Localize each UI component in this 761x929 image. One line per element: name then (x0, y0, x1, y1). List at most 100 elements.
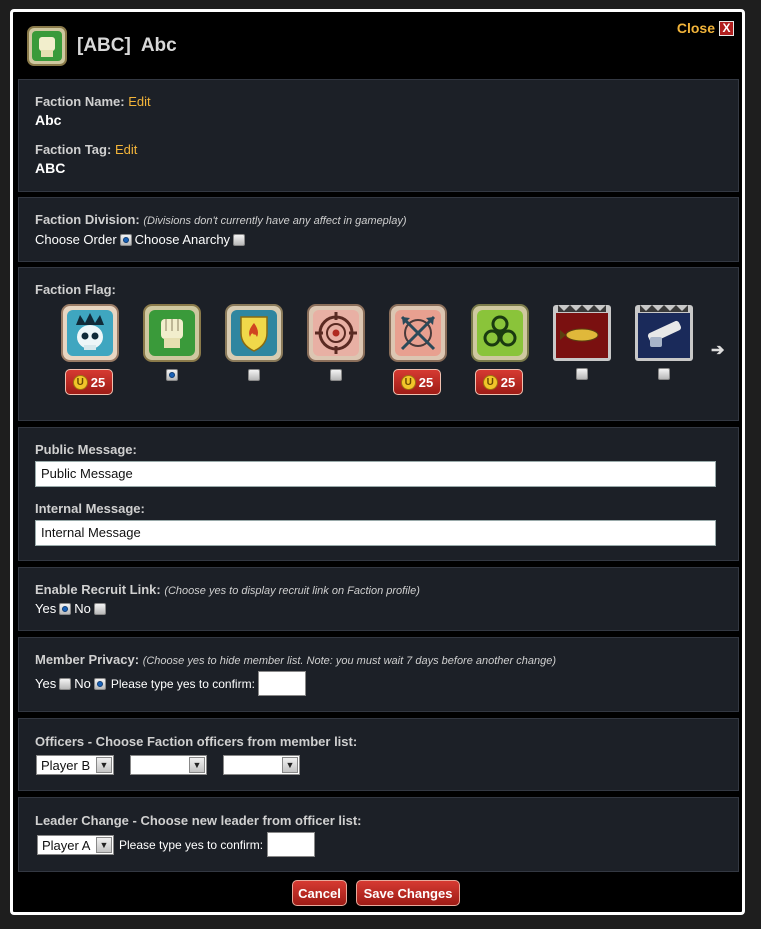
flag-radio-missile[interactable] (576, 368, 588, 380)
flag-panel: Faction Flag: U 25 U 25 U 25 ➔ (18, 267, 739, 421)
leader-panel: Leader Change - Choose new leader from o… (18, 797, 739, 872)
faction-name-row: Faction Name: Edit (35, 94, 151, 109)
close-button[interactable]: Close X (677, 20, 734, 36)
leader-label: Leader Change - Choose new leader from o… (35, 813, 362, 828)
close-icon[interactable]: X (719, 20, 734, 36)
coin-icon: U (72, 374, 88, 390)
close-label: Close (676, 20, 715, 36)
order-radio[interactable] (119, 233, 132, 246)
officers-panel: Officers - Choose Faction officers from … (18, 718, 739, 791)
flag-option-fist[interactable] (142, 303, 202, 368)
privacy-confirm-input[interactable] (257, 671, 306, 696)
biohazard-flag-icon (471, 304, 529, 362)
public-message-label: Public Message: (35, 442, 137, 457)
messages-panel: Public Message: Public Message Internal … (18, 427, 739, 561)
flag-radio-chainsaw[interactable] (658, 368, 670, 380)
faction-settings-modal: Close X [ABC] Abc Faction Name: Edit Abc… (10, 9, 745, 915)
faction-tag-label: Faction Tag: (35, 142, 112, 157)
leader-confirm-input[interactable] (267, 832, 315, 857)
leader-confirm-label: Please type yes to confirm: (119, 838, 264, 852)
privacy-panel: Member Privacy: (Choose yes to hide memb… (18, 637, 739, 712)
faction-tag-row: Faction Tag: Edit (35, 142, 137, 157)
recruit-no-radio[interactable] (93, 602, 106, 615)
coin-icon: U (400, 374, 416, 390)
flag-option-chainsaw[interactable] (634, 303, 694, 368)
edit-faction-tag-link[interactable]: Edit (115, 142, 137, 157)
flag-price-value: 25 (500, 374, 516, 390)
privacy-note: (Choose yes to hide member list. Note: y… (142, 655, 557, 667)
faction-tag-value: ABC (35, 160, 66, 176)
faction-name-label: Faction Name: (35, 94, 125, 109)
officer-select-1[interactable]: Player B ▼ (36, 755, 114, 775)
coin-icon: U (482, 374, 498, 390)
recruit-yes-radio[interactable] (59, 602, 72, 615)
chainsaw-flag-icon (635, 305, 693, 361)
edit-faction-name-link[interactable]: Edit (128, 94, 150, 109)
crossed-arrows-flag-icon (389, 304, 447, 362)
division-heading: Faction Division: (Divisions don't curre… (35, 212, 407, 227)
order-label: Choose Order (35, 232, 117, 247)
save-changes-button[interactable]: Save Changes (356, 880, 460, 906)
officer-select-1-value: Player B (41, 757, 91, 773)
anarchy-label: Choose Anarchy (134, 232, 231, 247)
privacy-options: Yes No Please type yes to confirm: (35, 671, 306, 696)
public-message-input[interactable]: Public Message (35, 461, 716, 487)
division-note: (Divisions don't currently have any affe… (143, 215, 407, 227)
flag-option-biohazard[interactable] (470, 303, 530, 368)
anarchy-radio[interactable] (233, 233, 246, 246)
privacy-confirm-label: Please type yes to confirm: (110, 676, 255, 691)
recruit-label: Enable Recruit Link: (35, 582, 161, 597)
chevron-down-icon: ▼ (189, 757, 205, 773)
fist-flag-icon (143, 304, 201, 362)
missile-flag-icon (553, 305, 611, 361)
flag-radio-fist[interactable] (166, 369, 178, 381)
flag-price-badge: U 25 (65, 369, 113, 395)
privacy-yes-radio[interactable] (59, 677, 72, 690)
recruit-yes-label: Yes (35, 601, 57, 616)
privacy-no-radio[interactable] (93, 677, 106, 690)
flag-price-value: 25 (90, 374, 106, 390)
privacy-label: Member Privacy: (35, 652, 140, 667)
officer-select-3[interactable]: ▼ (223, 755, 300, 775)
recruit-panel: Enable Recruit Link: (Choose yes to disp… (18, 567, 739, 631)
division-options: Choose Order Choose Anarchy (35, 232, 246, 247)
flag-price-badge: U 25 (393, 369, 441, 395)
officer-select-2[interactable]: ▼ (130, 755, 207, 775)
faction-name-value: Abc (35, 112, 62, 128)
internal-message-label: Internal Message: (35, 501, 145, 516)
leader-select[interactable]: Player A ▼ (37, 835, 114, 855)
next-flags-arrow-icon[interactable]: ➔ (711, 340, 724, 360)
privacy-yes-label: Yes (35, 676, 57, 691)
flame-shield-flag-icon (225, 304, 283, 362)
faction-tag-title: [ABC] (77, 35, 131, 56)
flag-radio-target[interactable] (330, 369, 342, 381)
cancel-button[interactable]: Cancel (292, 880, 347, 906)
recruit-options: Yes No (35, 601, 106, 616)
chevron-down-icon: ▼ (96, 757, 112, 773)
privacy-heading: Member Privacy: (Choose yes to hide memb… (35, 652, 556, 667)
fist-flag-icon (27, 26, 67, 66)
flag-option-skull[interactable] (60, 303, 120, 368)
leader-select-value: Player A (42, 837, 91, 853)
identity-panel: Faction Name: Edit Abc Faction Tag: Edit… (18, 79, 739, 192)
chevron-down-icon: ▼ (282, 757, 298, 773)
flag-option-crossed-arrows[interactable] (388, 303, 448, 368)
target-flag-icon (307, 304, 365, 362)
privacy-no-label: No (74, 676, 91, 691)
officers-label: Officers - Choose Faction officers from … (35, 734, 358, 749)
chevron-down-icon: ▼ (96, 837, 112, 853)
recruit-no-label: No (74, 601, 91, 616)
flag-label: Faction Flag: (35, 282, 116, 297)
flag-option-flame-shield[interactable] (224, 303, 284, 368)
division-panel: Faction Division: (Divisions don't curre… (18, 197, 739, 262)
division-label: Faction Division: (35, 212, 140, 227)
flag-option-target[interactable] (306, 303, 366, 368)
recruit-note: (Choose yes to display recruit link on F… (164, 585, 420, 597)
faction-name-title: Abc (140, 35, 177, 56)
recruit-heading: Enable Recruit Link: (Choose yes to disp… (35, 582, 420, 597)
flag-option-missile[interactable] (552, 303, 612, 368)
flag-radio-flame-shield[interactable] (248, 369, 260, 381)
flag-price-value: 25 (418, 374, 434, 390)
skull-crown-flag-icon (61, 304, 119, 362)
internal-message-input[interactable]: Internal Message (35, 520, 716, 546)
